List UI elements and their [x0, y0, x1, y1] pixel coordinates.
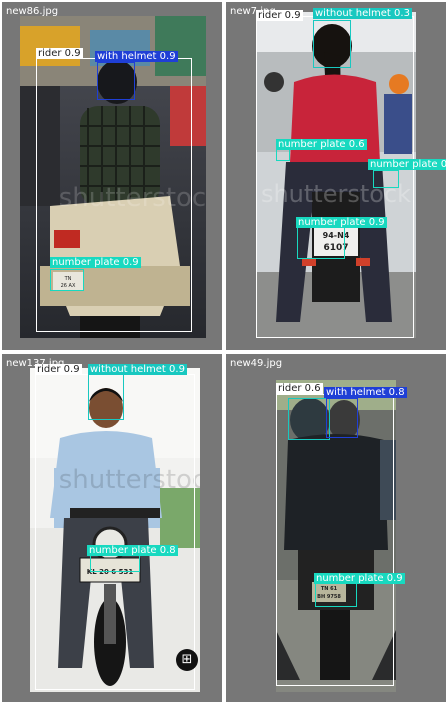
expand-icon[interactable]: ⊞ — [176, 649, 198, 671]
rider-label: rider 0.9 — [36, 48, 83, 59]
plate-box — [315, 583, 357, 607]
tile-filename: new86.jpg — [6, 6, 59, 17]
plate-label: number plate 0.8 — [87, 545, 178, 556]
detection-tile-4: new49.jpg TN 61 BH 9758 rider 0.6 with h… — [226, 354, 446, 702]
rider-label: rider 0.6 — [276, 383, 323, 394]
tile-filename: new49.jpg — [230, 358, 283, 369]
rider-label: rider 0.9 — [256, 10, 303, 21]
no-helmet-box — [288, 398, 330, 440]
no-helmet-box — [88, 374, 124, 420]
plate-box — [276, 149, 290, 161]
plate-label: number plate 0.9 — [296, 217, 387, 228]
detection-tile-3: new137.jpg KL 20 6 531 shutterstock — [2, 354, 222, 702]
plate-label: number plate 0.6 — [276, 139, 367, 150]
helmet-box — [326, 398, 358, 438]
plate-label: number plate 0.8 — [368, 159, 446, 170]
helmet-box — [97, 62, 135, 100]
no-helmet-label: without helmet 0.3 — [313, 8, 412, 19]
plate-label: number plate 0.9 — [314, 573, 405, 584]
helmet-label: with helmet 0.9 — [95, 51, 178, 62]
rider-label: rider 0.9 — [35, 364, 82, 375]
plate-box — [90, 554, 140, 572]
detection-tile-1: new86.jpg TN 26 AX shutterstock rider 0.… — [2, 2, 222, 350]
no-helmet-box — [313, 20, 351, 68]
detection-tile-2: new7.jpg 94-N4 6107 shutterstock rider 0… — [226, 2, 446, 350]
plate-box — [297, 227, 345, 259]
rider-box — [35, 374, 195, 690]
plate-label: number plate 0.9 — [50, 257, 141, 268]
plate-box — [50, 269, 84, 291]
helmet-label: with helmet 0.8 — [324, 387, 407, 398]
plate-box — [373, 170, 399, 188]
no-helmet-label: without helmet 0.9 — [88, 364, 187, 375]
